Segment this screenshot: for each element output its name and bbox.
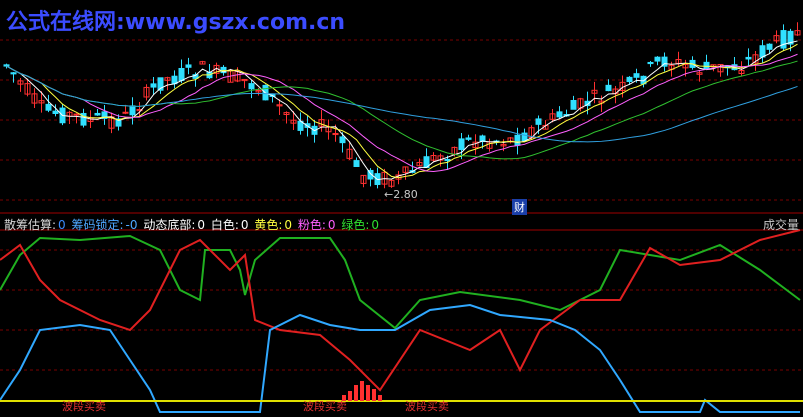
candle-body xyxy=(339,136,346,144)
candle-body xyxy=(45,103,52,111)
legend-name: 粉色: xyxy=(297,218,326,232)
candle-body xyxy=(647,61,654,65)
legend-name: 动态底部: xyxy=(143,218,196,232)
candle-body xyxy=(703,61,710,70)
signal-bar xyxy=(348,391,352,401)
watermark-url: :www.gszx.com.cn xyxy=(116,10,346,35)
candle-body xyxy=(745,56,752,60)
indicator-red-line xyxy=(0,229,801,392)
legend-name: 散筹估算: xyxy=(4,218,57,232)
candle-body xyxy=(129,105,136,116)
candle-body xyxy=(556,111,563,118)
candle-body xyxy=(535,118,542,125)
legend-name: 白色: xyxy=(210,218,239,232)
legend-value: 0 xyxy=(327,218,340,232)
watermark: 公式在线网:www.gszx.com.cn xyxy=(6,4,345,36)
candle-body xyxy=(458,138,465,151)
legend-value: -0 xyxy=(125,218,142,232)
volume-label[interactable]: 成交量 xyxy=(763,216,799,233)
signal-bar xyxy=(354,385,358,401)
legend-value: 0 xyxy=(240,218,253,232)
signal-bar xyxy=(372,389,376,401)
candle-body xyxy=(514,134,521,146)
legend-name: 绿色: xyxy=(341,218,370,232)
candle-body xyxy=(150,83,157,88)
candle-body xyxy=(52,110,59,115)
indicator-legend: 散筹估算: 0 筹码锁定: -0 动态底部: 0 白色: 0 黄色: 0 粉色: 0 绿色:… xyxy=(4,216,381,233)
legend-name: 筹码锁定: xyxy=(71,218,124,232)
low-price-value: 2.80 xyxy=(393,188,418,201)
signal-bar xyxy=(360,381,364,401)
ma-cyan-line xyxy=(6,65,798,143)
candle-body xyxy=(122,111,129,114)
legend-value: 0 xyxy=(371,218,380,232)
signal-bar xyxy=(378,395,382,401)
wave-label-2: 波段买卖 xyxy=(303,400,347,413)
legend-name: 黄色: xyxy=(254,218,283,232)
candle-body xyxy=(605,84,612,92)
wave-label-3: 波段买卖 xyxy=(405,400,449,413)
candle-body xyxy=(570,100,577,110)
candle-body xyxy=(10,72,17,75)
candle-body xyxy=(73,113,80,116)
candle-body xyxy=(185,64,192,68)
candle-body xyxy=(353,160,360,167)
legend-value: 0 xyxy=(284,218,296,232)
candle-body xyxy=(94,112,101,116)
low-price-marker: ←2.80 xyxy=(384,188,418,201)
signal-bar xyxy=(366,385,370,401)
candle-body xyxy=(444,158,451,162)
candlestick-chart[interactable] xyxy=(0,0,803,417)
wave-label-1: 波段买卖 xyxy=(62,400,106,413)
watermark-cn: 公式在线网 xyxy=(6,10,117,35)
candle-body xyxy=(654,56,661,62)
finance-badge[interactable]: 财 xyxy=(512,199,527,215)
candle-body xyxy=(3,64,10,67)
legend-value: 0 xyxy=(58,218,70,232)
low-price-arrow: ← xyxy=(384,188,394,201)
chart-window[interactable]: 公式在线网:www.gszx.com.cn ←2.80 财 散筹估算: 0 筹码锁… xyxy=(0,0,803,417)
candle-body xyxy=(626,76,633,83)
candle-body xyxy=(633,73,640,78)
legend-value: 0 xyxy=(197,218,209,232)
candle-body xyxy=(465,137,472,140)
candle-body xyxy=(759,45,766,58)
candle-body xyxy=(521,132,528,142)
candle-body xyxy=(248,83,255,90)
candle-body xyxy=(178,68,185,82)
candle-body xyxy=(766,43,773,50)
